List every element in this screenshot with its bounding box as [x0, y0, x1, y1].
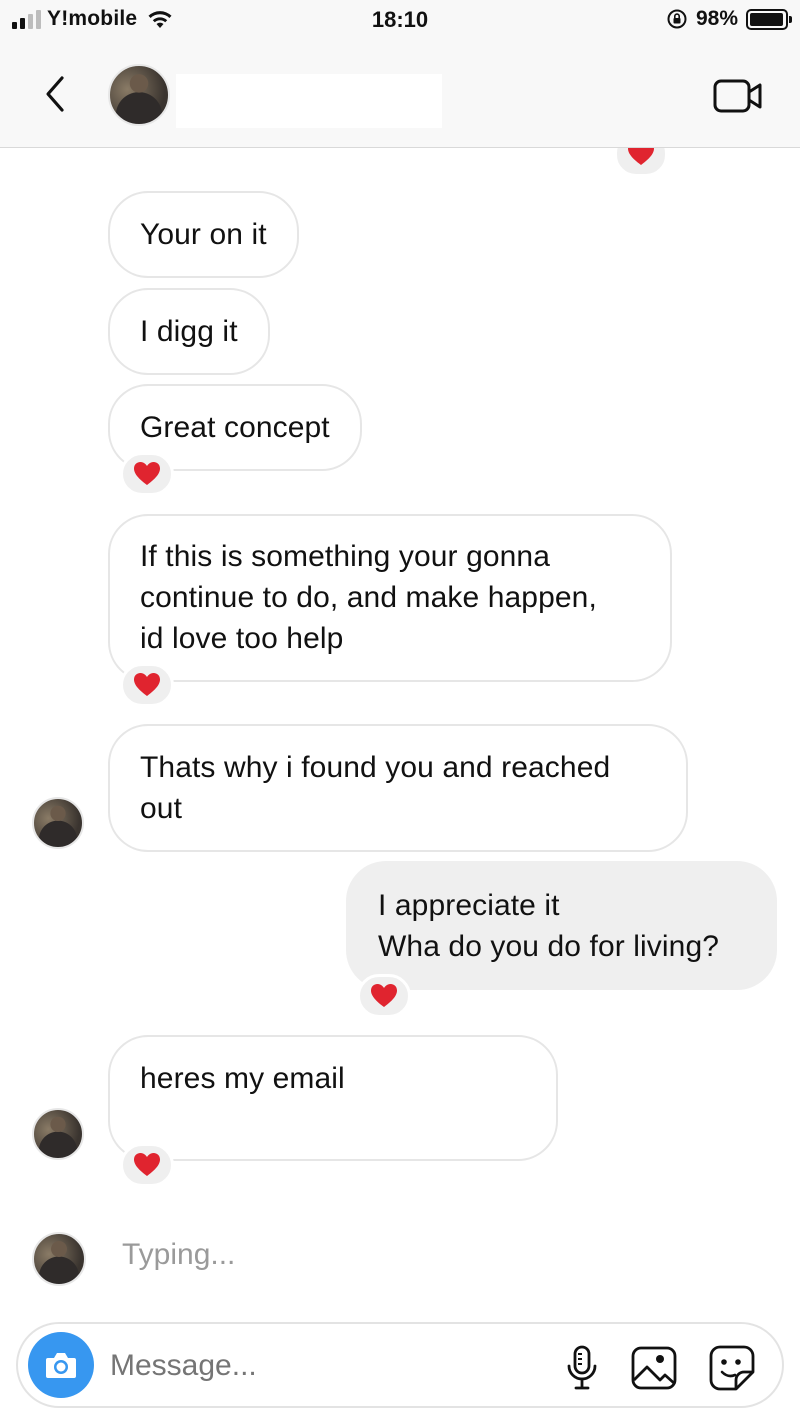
message-bubble-incoming[interactable]: Thats why i found you and reached out [108, 724, 688, 852]
video-call-icon[interactable] [712, 76, 764, 116]
camera-button[interactable] [28, 1332, 94, 1398]
message-bubble-incoming[interactable]: If this is something your gonna continue… [108, 514, 672, 682]
typing-avatar [32, 1232, 86, 1286]
reaction-heart[interactable] [120, 663, 174, 707]
reaction-heart[interactable] [120, 1143, 174, 1187]
avatar[interactable] [108, 64, 170, 126]
reaction-heart[interactable] [120, 452, 174, 496]
message-bubble-incoming[interactable]: I digg it [108, 288, 270, 375]
sender-avatar[interactable] [32, 797, 84, 849]
message-bubble-outgoing[interactable]: I appreciate it Wha do you do for living… [346, 861, 777, 990]
sender-avatar[interactable] [32, 1108, 84, 1160]
status-right: 98% [666, 7, 792, 31]
chevron-left-icon[interactable] [38, 72, 74, 116]
sticker-icon [709, 1345, 755, 1391]
gallery-icon [631, 1346, 677, 1390]
contact-name[interactable] [176, 74, 442, 128]
header-cover [0, 42, 800, 148]
status-bar: Y!mobile 18:10 98% [0, 0, 800, 42]
microphone-icon [567, 1345, 597, 1390]
message-bubble-incoming[interactable]: Your on it [108, 191, 299, 278]
message-bubble-incoming[interactable]: heres my email [108, 1035, 558, 1161]
message-composer [16, 1322, 784, 1408]
gallery-button[interactable] [630, 1344, 678, 1392]
message-input[interactable] [110, 1344, 530, 1388]
microphone-button[interactable] [558, 1344, 606, 1392]
typing-indicator: Typing... [122, 1238, 236, 1271]
heart-icon [371, 984, 397, 1007]
battery-icon [746, 8, 792, 30]
heart-icon [134, 462, 160, 485]
reaction-heart[interactable] [357, 974, 411, 1018]
orientation-lock-icon [667, 9, 687, 29]
heart-icon [134, 673, 160, 696]
sticker-button[interactable] [708, 1344, 756, 1392]
heart-icon [134, 1153, 160, 1176]
camera-icon [46, 1353, 76, 1378]
battery-percent: 98% [695, 7, 738, 30]
